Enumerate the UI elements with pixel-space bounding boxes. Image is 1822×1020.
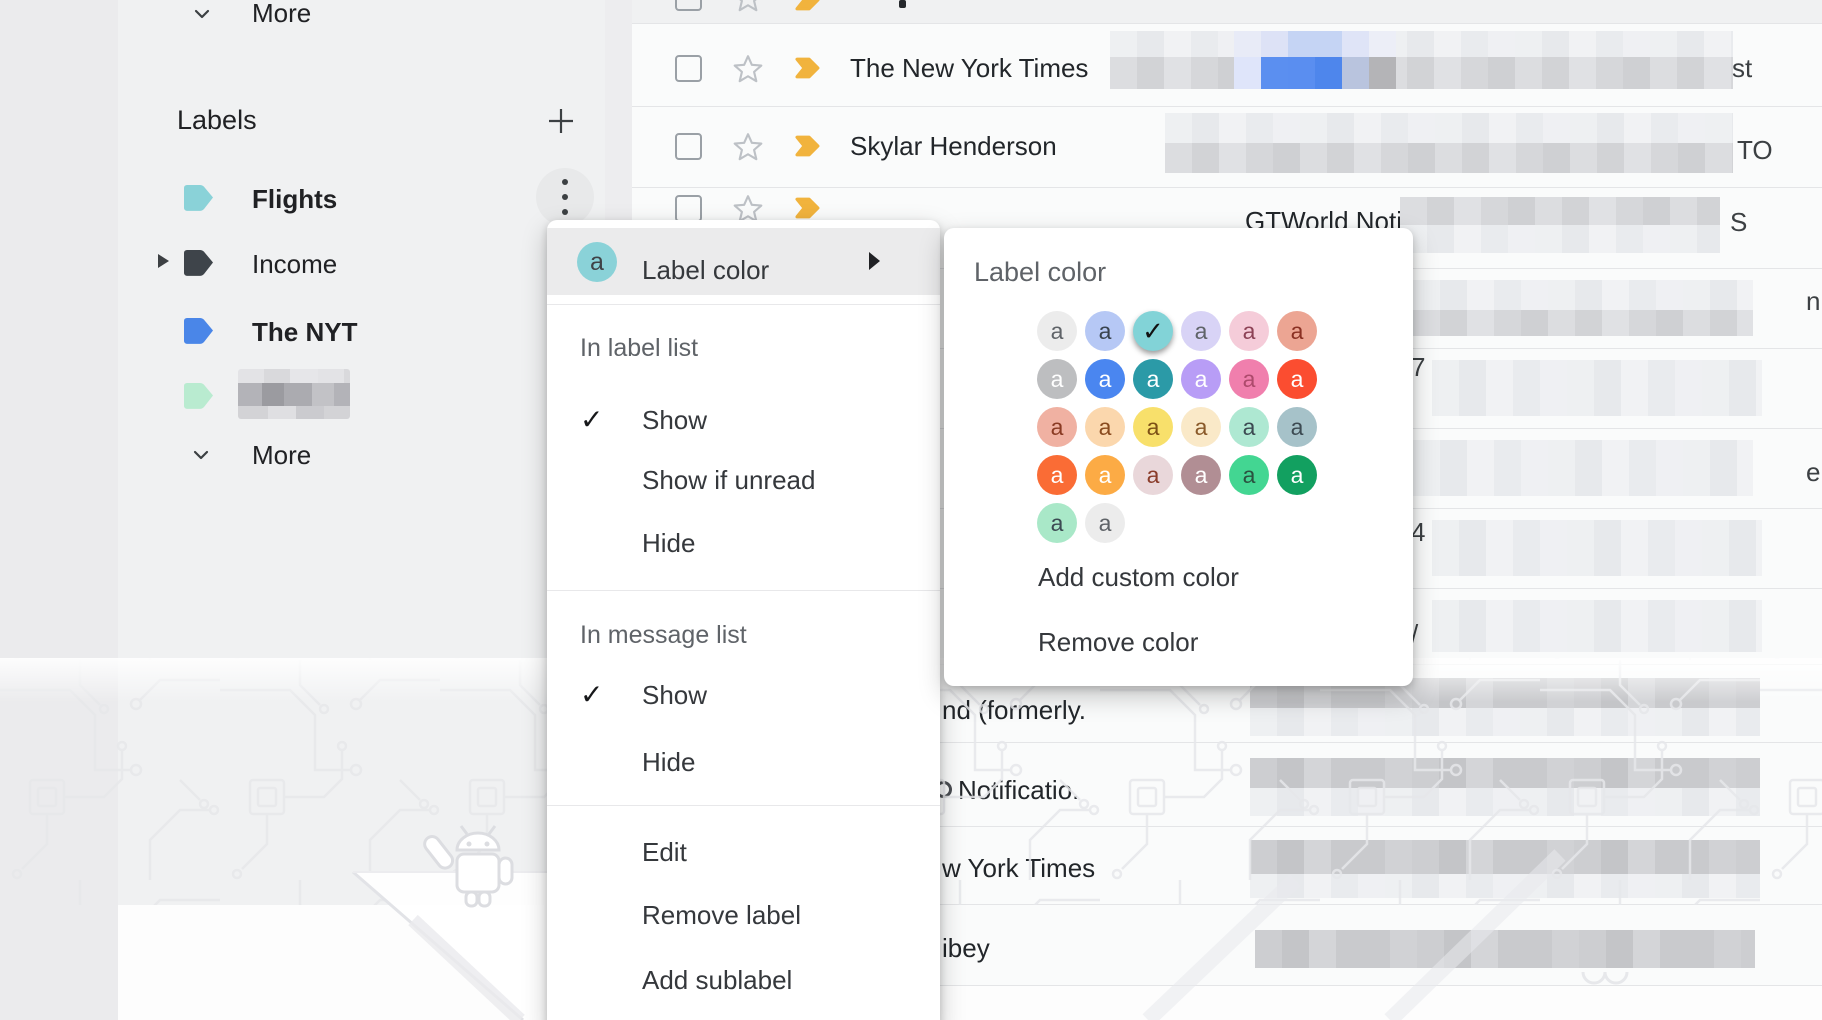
importance-marker-icon [793,56,823,80]
color-swatch[interactable]: a [1229,407,1269,447]
color-swatch[interactable]: a [1085,359,1125,399]
clipped-text-fragment: TO [1737,136,1773,164]
chevron-down-icon[interactable] [188,2,216,26]
sidebar-item-more-bottom[interactable]: More [252,440,311,470]
color-swatch[interactable]: a [1037,503,1077,543]
color-swatch-grid: aa✓aaaaaaaaaaaaaaaaaaaaaaa [1037,311,1317,551]
menu-item-add-custom-color[interactable]: Add custom color [1038,563,1239,591]
email-sender-fragment: ibey [942,934,990,962]
redacted-subject [1165,113,1733,173]
color-swatch[interactable]: a [1037,311,1077,351]
label-tag-icon [183,184,214,212]
color-swatch[interactable]: a [1133,455,1173,495]
sidebar-item-more-top[interactable]: More [252,0,311,28]
clipped-text-fragment [899,0,906,8]
color-swatch[interactable]: a [1277,311,1317,351]
redacted-logo-blue [1234,31,1398,89]
color-swatch[interactable]: a [1085,503,1125,543]
color-swatch[interactable]: a [1181,407,1221,447]
sidebar-item-income[interactable]: Income [252,249,337,279]
email-checkbox[interactable] [675,133,702,160]
color-swatch[interactable]: a [1037,455,1077,495]
color-swatch[interactable]: a [1277,359,1317,399]
picker-title: Label color [974,258,1106,286]
color-swatch[interactable]: a [1133,407,1173,447]
label-options-button[interactable] [536,168,594,226]
menu-item-hide-message-list[interactable]: Hide [642,748,695,776]
menu-item-hide[interactable]: Hide [642,529,695,557]
star-icon[interactable] [732,131,764,163]
expand-caret-icon[interactable] [158,254,169,268]
menu-item-remove-color[interactable]: Remove color [1038,628,1198,656]
clipped-text-fragment: 7 [1411,353,1425,381]
email-sender-fragment: w York Times [942,854,1095,882]
label-color-picker: Label color aa✓aaaaaaaaaaaaaaaaaaaaaaa A… [944,228,1413,686]
clipped-text-fragment: n [1806,287,1820,315]
importance-marker-icon [793,196,823,220]
clipped-text-fragment: st [1732,54,1752,82]
star-icon[interactable] [732,0,764,14]
color-swatch[interactable]: a [1037,407,1077,447]
menu-item-show-message-list[interactable]: Show [642,681,707,709]
checkmark-icon: ✓ [580,681,603,709]
menu-item-show-if-unread[interactable]: Show if unread [642,466,815,494]
importance-marker-icon [793,134,823,158]
color-swatch[interactable]: a [1133,359,1173,399]
email-checkbox[interactable] [675,0,702,11]
color-swatch[interactable]: a [1229,359,1269,399]
gmail-label-color-screen: The New York Times st Skylar Henderson [0,0,1822,1020]
sidebar-item-the-nyt[interactable]: The NYT [252,317,357,347]
color-swatch[interactable]: a [1037,359,1077,399]
label-options-menu: a Label color In label list ✓ Show Show … [547,220,940,1020]
color-swatch[interactable]: a [1277,407,1317,447]
menu-item-show[interactable]: Show [642,406,707,434]
clipped-text-fragment: S [1730,208,1747,236]
menu-item-add-sublabel[interactable]: Add sublabel [642,966,792,994]
label-tag-icon [183,317,214,345]
importance-marker-icon [793,0,823,12]
color-swatch[interactable]: a [1277,455,1317,495]
section-in-message-list: In message list [580,621,747,649]
color-swatch[interactable]: a [1229,311,1269,351]
email-sender-fragment: nd (formerly. [942,696,1086,724]
color-swatch[interactable]: a [1085,407,1125,447]
window-left-edge [0,0,118,1020]
sidebar-item-flights[interactable]: Flights [252,184,337,214]
label-color-swatch-icon: a [577,242,617,282]
menu-item-label: Label color [642,256,769,284]
color-swatch[interactable]: a [1085,311,1125,351]
color-swatch[interactable]: a [1181,455,1221,495]
redacted-subject [1110,31,1733,89]
email-checkbox[interactable] [675,195,702,222]
label-tag-icon [183,382,214,410]
menu-item-remove-label[interactable]: Remove label [642,901,801,929]
color-swatch[interactable]: a [1181,359,1221,399]
redacted-subject [1400,197,1720,253]
color-swatch[interactable]: a [1181,311,1221,351]
email-row-partial-top[interactable] [632,0,1822,23]
create-label-button[interactable] [546,106,576,136]
chevron-down-icon[interactable] [187,443,215,467]
menu-item-label-color[interactable]: a Label color [547,228,940,295]
label-tag-icon [183,249,214,277]
color-swatch[interactable]: a [1085,455,1125,495]
section-in-label-list: In label list [580,334,698,362]
labels-header: Labels [177,105,257,136]
color-swatch[interactable]: a [1229,455,1269,495]
submenu-arrow-icon [869,252,880,270]
color-swatch[interactable]: ✓ [1133,311,1173,351]
sidebar-item-redacted-label[interactable] [238,369,350,419]
sidebar [118,0,605,1020]
email-checkbox[interactable] [675,55,702,82]
star-icon[interactable] [732,53,764,85]
checkmark-icon: ✓ [580,406,603,434]
clipped-text-fragment: e [1806,458,1820,486]
email-sender: The New York Times [850,54,1088,82]
menu-item-edit[interactable]: Edit [642,838,687,866]
clipped-text-fragment: 4 [1411,518,1425,546]
email-sender-fragment: Notificatio. [958,776,1079,804]
email-sender: Skylar Henderson [850,132,1057,160]
